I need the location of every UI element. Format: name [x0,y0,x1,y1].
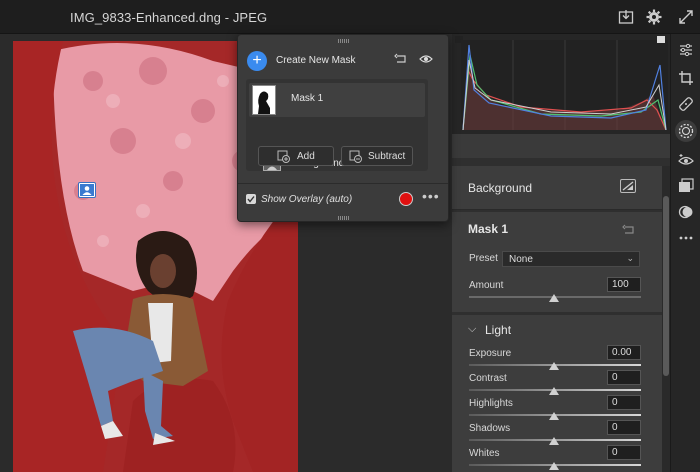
more-icon[interactable] [678,230,694,246]
highlights-slider-thumb[interactable] [549,412,559,420]
mask-title: Mask 1 [468,222,509,236]
show-overlay-checkbox[interactable] [246,194,256,204]
redeye-icon[interactable] [678,152,694,168]
whites-slider-thumb[interactable] [549,462,559,470]
edit-icon[interactable] [678,42,694,58]
masks-popup: + Create New Mask Mask 1 Background 1 Ad… [237,34,449,222]
eye-icon[interactable] [419,53,433,68]
create-mask-button[interactable]: + [247,51,267,71]
chevron-down-icon[interactable]: ⌵ [468,323,476,336]
exposure-label: Exposure [469,348,512,359]
preset-value: None [509,254,533,265]
amount-slider-thumb[interactable] [549,294,559,302]
shadows-label: Shadows [469,423,511,434]
popup-drag-handle-top[interactable] [338,39,350,43]
person-mask-pin[interactable] [78,182,96,198]
edit-panel: Background Mask 1 Preset None ⌄ Amount 1… [452,34,670,472]
mask-section: Mask 1 Preset None ⌄ Amount 100 [452,212,662,312]
whites-input[interactable]: 0 [607,445,641,460]
contrast-input[interactable]: 0 [607,370,641,385]
overlay-row: Show Overlay (auto) ••• [238,183,448,213]
highlights-label: Highlights [469,398,513,409]
add-mask-icon [277,150,291,166]
crop-icon[interactable] [678,70,694,86]
expand-icon[interactable] [678,9,694,25]
contrast-slider-thumb[interactable] [549,387,559,395]
exposure-input[interactable]: 0.00 [607,345,641,360]
amount-input[interactable]: 100 [607,277,641,292]
preset-select[interactable]: None ⌄ [502,251,640,267]
light-label[interactable]: Light [485,323,511,337]
popup-drag-handle-bottom[interactable] [338,216,350,220]
highlights-input[interactable]: 0 [607,395,641,410]
histogram [452,34,670,134]
subtract-button[interactable]: Subtract [341,146,413,166]
reset-icon[interactable] [622,224,636,239]
add-label: Add [297,151,315,162]
reset-masks-icon[interactable] [394,53,408,68]
heal-icon[interactable] [678,96,694,112]
tool-strip [670,34,700,472]
exposure-slider-thumb[interactable] [549,362,559,370]
chevron-down-icon: ⌄ [626,253,634,263]
title-bar: IMG_9833-Enhanced.dng - JPEG [0,0,700,34]
shadows-input[interactable]: 0 [607,420,641,435]
preset-label: Preset [469,253,498,264]
amount-label: Amount [469,280,504,291]
shadow-clipping-icon[interactable] [455,36,463,43]
window-title: IMG_9833-Enhanced.dng - JPEG [70,10,268,25]
light-section: ⌵ Light Exposure 0.00 Contrast 0 Highlig… [452,315,662,472]
panel-scrollbar[interactable] [662,166,670,472]
create-new-mask-label[interactable]: Create New Mask [276,55,355,66]
mask-icon[interactable] [675,120,697,142]
gear-icon[interactable] [646,9,662,25]
download-icon[interactable] [618,9,634,25]
highlight-clipping-icon[interactable] [657,36,665,43]
subtract-label: Subtract [368,151,406,162]
snapshot-icon[interactable] [678,204,694,220]
panel-divider [452,134,670,158]
whites-label: Whites [469,448,500,459]
background-section[interactable]: Background [452,166,662,210]
mask-1-label: Mask 1 [291,93,324,104]
presets-icon[interactable] [678,178,694,194]
scrollbar-thumb[interactable] [663,196,669,376]
add-button[interactable]: Add [258,146,334,166]
shadows-slider-thumb[interactable] [549,437,559,445]
more-options-icon[interactable]: ••• [422,188,440,204]
show-overlay-label[interactable]: Show Overlay (auto) [261,194,352,205]
mask-thumbnail [252,85,276,115]
invert-mask-icon[interactable] [620,179,636,193]
subtract-mask-icon [349,150,363,166]
contrast-label: Contrast [469,373,507,384]
mask-item-mask-1[interactable]: Mask 1 [249,83,425,117]
overlay-color-swatch[interactable] [399,192,413,206]
background-label: Background [468,181,533,195]
